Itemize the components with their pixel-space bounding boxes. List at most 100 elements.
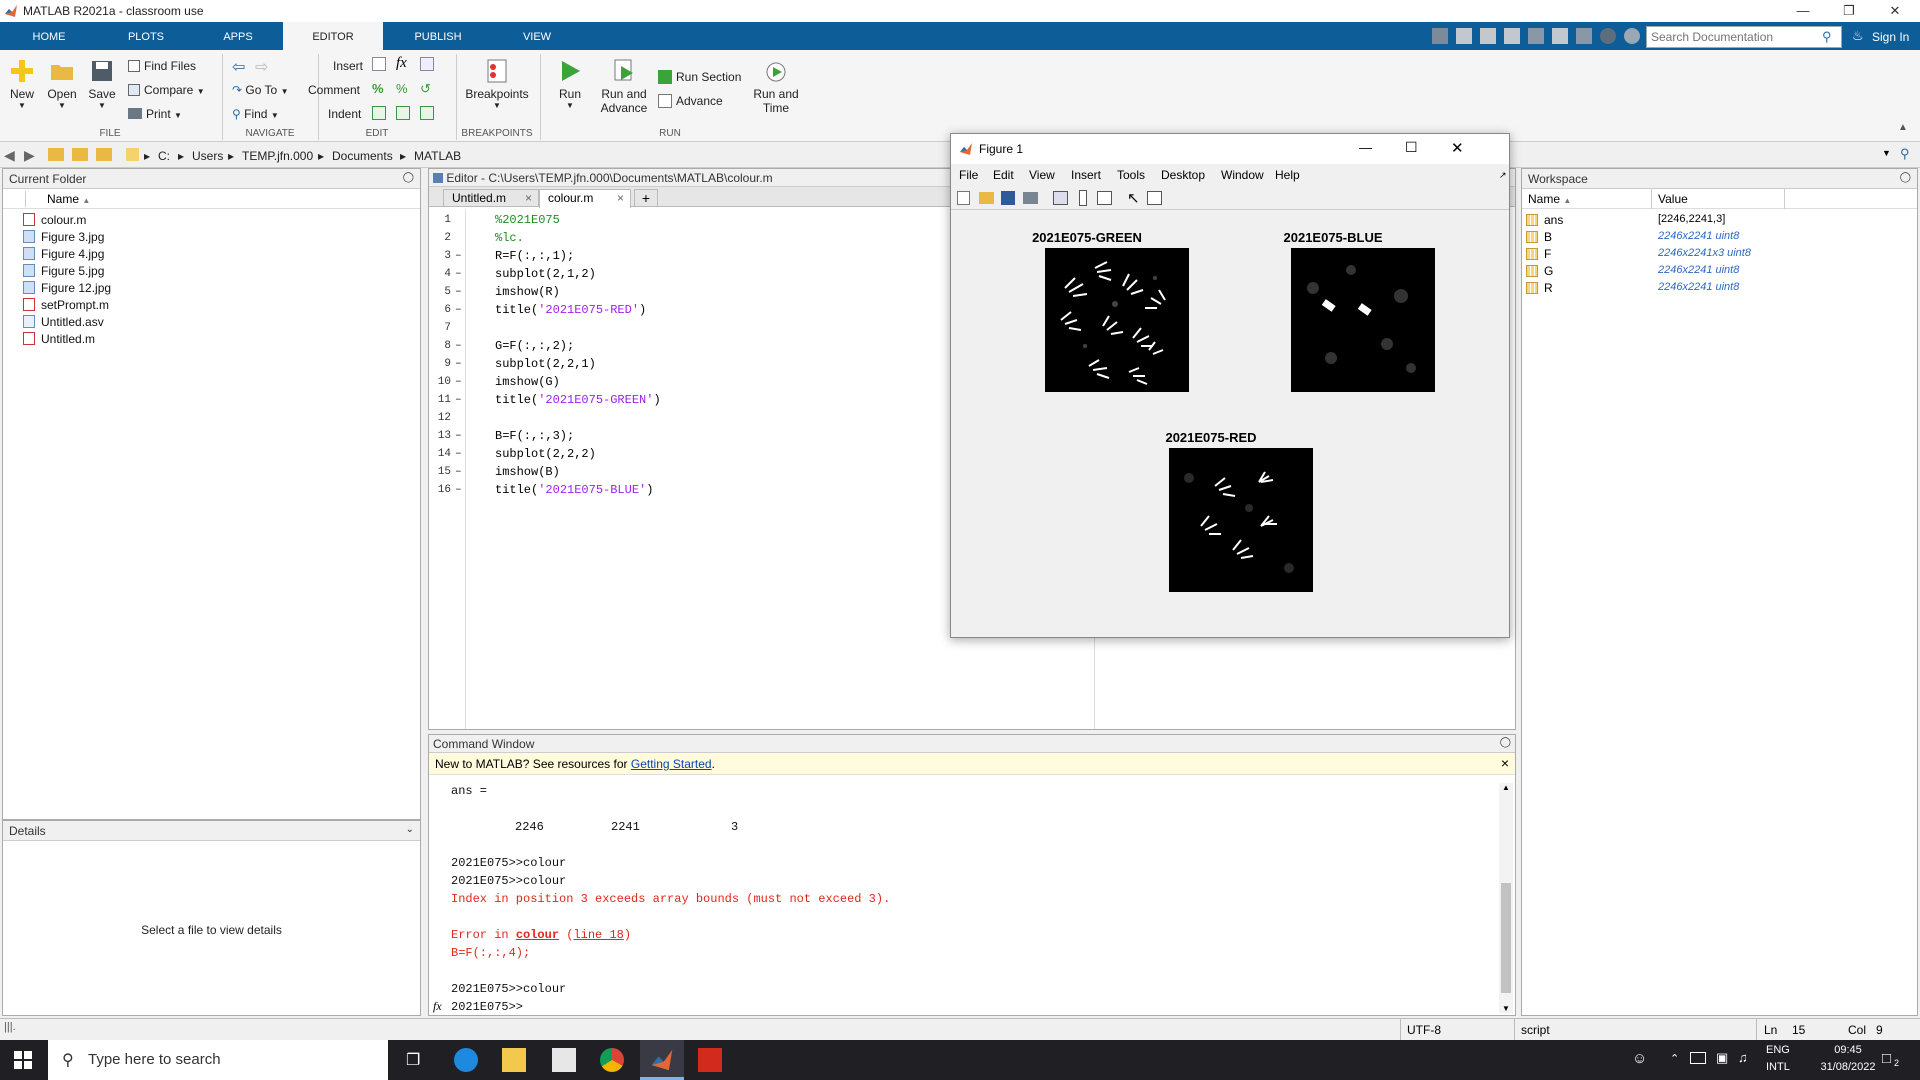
help-icon[interactable] — [1600, 28, 1616, 44]
path-segment[interactable]: TEMP.jfn.000 — [242, 149, 313, 163]
file-item[interactable]: Figure 4.jpg — [23, 246, 420, 263]
find-files-button[interactable]: Find Files — [128, 59, 196, 73]
uncomment-icon[interactable]: % — [396, 81, 408, 96]
battery-icon[interactable] — [1690, 1052, 1706, 1064]
breakpoint-dash[interactable]: – — [455, 466, 462, 478]
path-segment[interactable]: Documents — [332, 149, 393, 163]
close-tab-icon[interactable]: × — [617, 191, 624, 205]
back-icon[interactable]: ◀ — [4, 147, 15, 164]
figure-menu-edit[interactable]: Edit — [993, 168, 1014, 182]
link-plot-icon[interactable] — [1053, 191, 1068, 205]
redo-quick-icon[interactable] — [1552, 28, 1568, 44]
notification-icon[interactable]: □ — [1882, 1050, 1891, 1067]
chrome-icon[interactable] — [600, 1048, 624, 1072]
comment-percent-icon[interactable]: % — [372, 81, 384, 96]
folder-icon[interactable] — [96, 148, 112, 161]
close-tab-icon[interactable]: × — [525, 191, 532, 205]
panel-actions-icon[interactable]: ◯ — [1500, 737, 1511, 748]
insert-function-icon[interactable] — [420, 57, 434, 71]
bell-icon[interactable]: ♨ — [1852, 28, 1864, 44]
restore-icon[interactable]: ❐ — [1826, 0, 1872, 22]
line-number[interactable]: 3 — [429, 250, 451, 262]
scroll-up-icon[interactable]: ▲ — [1502, 783, 1510, 792]
open-button[interactable]: Open ▼ — [46, 58, 78, 110]
line-number[interactable]: 5 — [429, 286, 451, 298]
goto-button[interactable]: ↷ Go To ▼ — [232, 83, 288, 97]
print-button[interactable]: Print ▼ — [128, 107, 182, 121]
scroll-down-icon[interactable]: ▼ — [1502, 1004, 1510, 1013]
file-item[interactable]: Figure 12.jpg — [23, 280, 420, 297]
undo-quick-icon[interactable] — [1528, 28, 1544, 44]
file-item[interactable]: Figure 5.jpg — [23, 263, 420, 280]
workspace-row[interactable]: F 2246x2241x3 uint8 — [1522, 246, 1917, 263]
chevron-down-icon[interactable]: ⌄ — [406, 824, 414, 835]
language-code[interactable]: ENG — [1766, 1044, 1790, 1056]
breakpoint-dash[interactable]: – — [455, 250, 462, 262]
insert-section-icon[interactable] — [372, 57, 386, 71]
keyboard-layout[interactable]: INTL — [1766, 1061, 1790, 1073]
community-icon[interactable] — [1624, 28, 1640, 44]
breakpoint-dash[interactable]: – — [455, 304, 462, 316]
back-arrow-icon[interactable]: ⇦ — [232, 57, 245, 77]
switch-windows-icon[interactable] — [1576, 28, 1592, 44]
panel-actions-icon[interactable]: ◯ — [403, 172, 414, 183]
line-number[interactable]: 14 — [429, 448, 451, 460]
line-number[interactable]: 9 — [429, 358, 451, 370]
figure-minimize-icon[interactable]: — — [1359, 140, 1372, 155]
tab-plots[interactable]: PLOTS — [116, 22, 176, 50]
people-icon[interactable]: ☺ — [1632, 1050, 1647, 1067]
figure-menu-help[interactable]: Help — [1275, 168, 1300, 182]
breakpoint-dash[interactable]: – — [455, 394, 462, 406]
save-figure-icon[interactable] — [1001, 191, 1015, 205]
save-quick-icon[interactable] — [1432, 28, 1448, 44]
line-number[interactable]: 13 — [429, 430, 451, 442]
file-item[interactable]: Figure 3.jpg — [23, 229, 420, 246]
compare-button[interactable]: Compare ▼ — [128, 83, 205, 97]
command-prompt[interactable]: 2021E075>> — [451, 1000, 523, 1014]
fx-icon[interactable]: fx — [433, 999, 442, 1014]
fx-icon[interactable]: fx — [396, 55, 407, 72]
path-search-icon[interactable]: ⚲ — [1900, 146, 1910, 162]
search-icon[interactable]: ⚲ — [1822, 29, 1832, 45]
file-item[interactable]: setPrompt.m — [23, 297, 420, 314]
image-blue[interactable] — [1291, 248, 1435, 392]
clock-date[interactable]: 31/08/2022 — [1812, 1061, 1884, 1073]
tab-publish[interactable]: PUBLISH — [404, 22, 472, 50]
path-segment[interactable]: Users — [192, 149, 223, 163]
ws-value-column[interactable]: Value — [1658, 192, 1688, 206]
insert-colorbar-icon[interactable] — [1079, 190, 1087, 206]
line-number[interactable]: 8 — [429, 340, 451, 352]
run-button[interactable]: Run ▼ — [552, 58, 588, 110]
dock-arrow-icon[interactable]: ↗ — [1499, 170, 1507, 181]
new-tab-button[interactable]: + — [634, 189, 658, 207]
figure-menu-desktop[interactable]: Desktop — [1161, 168, 1205, 182]
figure-menu-tools[interactable]: Tools — [1117, 168, 1145, 182]
figure-menu-file[interactable]: File — [959, 168, 978, 182]
workspace-row[interactable]: G 2246x2241 uint8 — [1522, 263, 1917, 280]
advance-button[interactable]: Advance — [658, 94, 723, 108]
run-section-button[interactable]: Run Section — [658, 70, 741, 84]
editor-tab-colour[interactable]: colour.m × — [539, 189, 631, 208]
workspace-row[interactable]: B 2246x2241 uint8 — [1522, 229, 1917, 246]
new-figure-icon[interactable] — [957, 191, 970, 205]
copy-quick-icon[interactable] — [1480, 28, 1496, 44]
figure-close-icon[interactable]: ✕ — [1451, 139, 1464, 157]
task-view-icon[interactable]: ❐ — [406, 1050, 420, 1070]
tab-editor[interactable]: EDITOR — [283, 22, 383, 50]
windows-start-icon[interactable] — [14, 1051, 32, 1069]
image-red[interactable] — [1169, 448, 1313, 592]
path-dropdown-icon[interactable]: ▼ — [1882, 148, 1891, 158]
breakpoint-dash[interactable]: – — [455, 286, 462, 298]
ws-name-column[interactable]: Name ▲ — [1528, 192, 1571, 206]
panel-actions-icon[interactable]: ◯ — [1900, 172, 1911, 183]
line-number[interactable]: 7 — [429, 322, 451, 334]
volume-icon[interactable]: ♫ — [1738, 1050, 1748, 1065]
error-function-link[interactable]: colour — [516, 928, 559, 942]
taskbar-search-box[interactable]: ⚲ Type here to search — [48, 1040, 388, 1080]
browse-folder-icon[interactable] — [72, 148, 88, 161]
comment-label[interactable]: Comment — [308, 83, 360, 97]
property-inspector-icon[interactable] — [1147, 191, 1162, 205]
workspace-row[interactable]: ans [2246,2241,3] — [1522, 212, 1917, 229]
new-button[interactable]: New ▼ — [6, 58, 38, 110]
figure-menu-view[interactable]: View — [1029, 168, 1055, 182]
